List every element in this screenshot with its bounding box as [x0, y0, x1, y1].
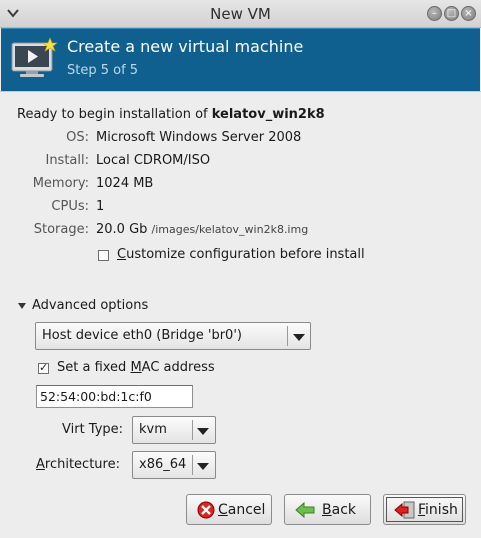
- storage-label: Storage:: [33, 222, 89, 237]
- maximize-icon[interactable]: □: [444, 6, 459, 21]
- mac-address-input[interactable]: 52:54:00:bd:1c:f0: [36, 385, 193, 408]
- combo-divider: [192, 420, 193, 440]
- cancel-icon: [197, 501, 215, 519]
- virt-type-value: kvm: [139, 422, 167, 437]
- chevron-down-icon: [197, 463, 209, 470]
- fixed-mac-label[interactable]: Set a fixed MAC address: [57, 360, 215, 375]
- fixed-mac-checkbox[interactable]: ✓: [38, 361, 49, 374]
- chevron-down-icon: [293, 334, 305, 341]
- combo-divider: [192, 455, 193, 475]
- virtual-machine-icon: [11, 37, 58, 77]
- expander-arrow-icon[interactable]: [17, 302, 27, 310]
- advanced-options-expander[interactable]: Advanced options: [32, 298, 148, 313]
- vm-name: kelatov_win2k8: [211, 107, 325, 122]
- wizard-header: Create a new virtual machine Step 5 of 5: [1, 28, 480, 91]
- wizard-title: Create a new virtual machine: [67, 37, 304, 56]
- checkmark-icon: ✓: [39, 361, 49, 374]
- arrow-left-icon: [295, 501, 315, 519]
- minimize-icon[interactable]: –: [427, 6, 442, 21]
- chevron-down-icon: [197, 428, 209, 435]
- window-title: New VM: [210, 5, 271, 23]
- combo-divider: [287, 326, 288, 346]
- architecture-label: Architecture:: [36, 457, 120, 472]
- network-select-value: Host device eth0 (Bridge 'br0'): [42, 328, 242, 343]
- memory-label: Memory:: [32, 176, 89, 191]
- architecture-value: x86_64: [139, 457, 187, 472]
- os-label: OS:: [66, 130, 89, 145]
- back-label: Back: [322, 502, 356, 518]
- install-label: Install:: [45, 153, 89, 168]
- customize-checkbox[interactable]: [98, 250, 109, 261]
- virt-type-select[interactable]: kvm: [132, 416, 216, 444]
- storage-path: /images/kelatov_win2k8.img: [151, 223, 309, 236]
- finish-button[interactable]: Finish: [383, 494, 466, 525]
- cpus-value: 1: [96, 199, 105, 214]
- mac-address-value: 52:54:00:bd:1c:f0: [40, 389, 152, 404]
- storage-value: 20.0 Gb /images/kelatov_win2k8.img: [96, 222, 308, 237]
- finish-label: Finish: [418, 502, 458, 518]
- title-bar: New VM – □ ×: [0, 0, 481, 28]
- wizard-step: Step 5 of 5: [67, 63, 139, 78]
- ready-prefix: Ready to begin installation of: [17, 107, 212, 122]
- cancel-button[interactable]: Cancel: [186, 494, 272, 525]
- customize-label[interactable]: Customize configuration before install: [117, 247, 365, 262]
- ready-heading: Ready to begin installation of kelatov_w…: [17, 107, 325, 122]
- network-select[interactable]: Host device eth0 (Bridge 'br0'): [35, 322, 311, 350]
- virt-type-label: Virt Type:: [62, 422, 124, 437]
- install-value: Local CDROM/ISO: [96, 153, 211, 168]
- storage-size: 20.0 Gb: [96, 222, 148, 237]
- memory-value: 1024 MB: [96, 176, 154, 191]
- cpus-label: CPUs:: [51, 199, 89, 214]
- finish-icon: [394, 501, 415, 519]
- os-value: Microsoft Windows Server 2008: [96, 130, 302, 145]
- close-icon[interactable]: ×: [461, 6, 476, 21]
- back-button[interactable]: Back: [284, 494, 371, 525]
- header-divider: [0, 91, 481, 92]
- cancel-label: Cancel: [218, 502, 266, 518]
- architecture-select[interactable]: x86_64: [132, 451, 216, 479]
